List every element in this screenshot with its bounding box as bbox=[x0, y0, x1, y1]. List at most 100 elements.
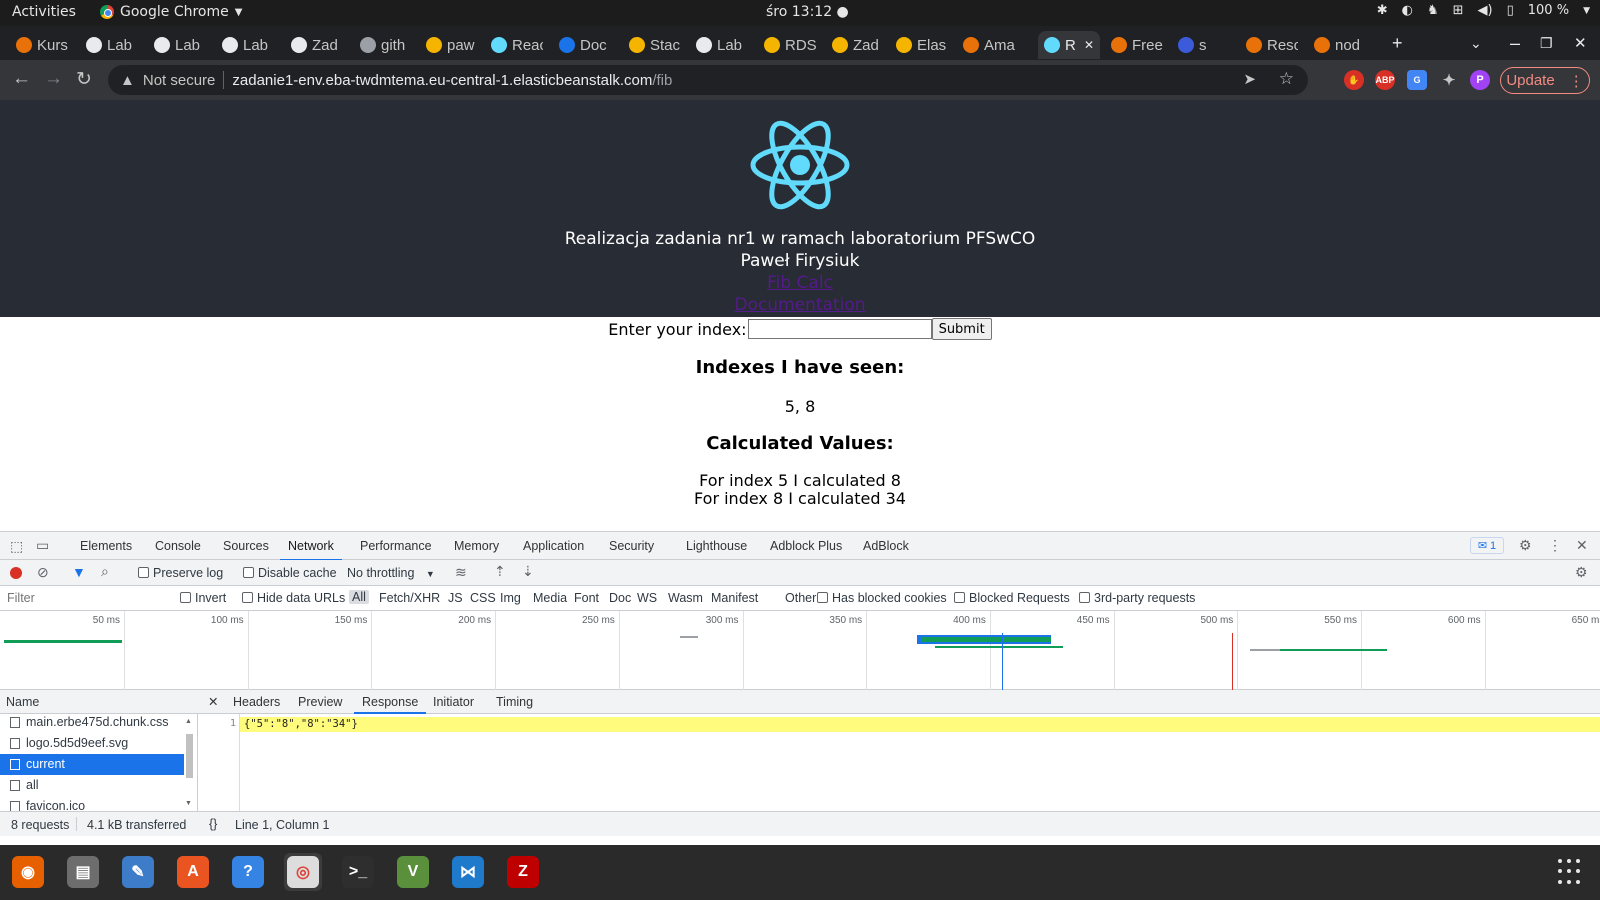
devtools-tab-lighthouse[interactable]: Lighthouse bbox=[686, 539, 747, 553]
clock[interactable]: śro 13:12 ● bbox=[766, 4, 849, 20]
scroll-up-icon[interactable]: ▲ bbox=[185, 718, 192, 725]
browser-tab[interactable]: Doc bbox=[553, 31, 611, 59]
bookmark-star-icon[interactable]: ☆ bbox=[1279, 69, 1294, 89]
invert-checkbox[interactable]: Invert bbox=[180, 591, 226, 605]
request-row[interactable]: all bbox=[0, 775, 184, 796]
help-icon[interactable]: ? bbox=[229, 853, 267, 891]
filter-type-ws[interactable]: WS bbox=[637, 591, 657, 605]
filter-type-other[interactable]: Other bbox=[785, 591, 816, 605]
request-row[interactable]: main.erbe475d.chunk.css bbox=[0, 712, 184, 733]
browser-tab[interactable]: s bbox=[1172, 31, 1230, 59]
close-detail-icon[interactable]: ✕ bbox=[208, 694, 218, 709]
browser-tab[interactable]: Zad bbox=[285, 31, 343, 59]
extensions-puzzle-icon[interactable]: ✦ bbox=[1439, 70, 1459, 90]
blocked-requests-checkbox[interactable]: Blocked Requests bbox=[954, 591, 1070, 605]
devtools-tab-security[interactable]: Security bbox=[609, 539, 654, 553]
network-settings-gear-icon[interactable]: ⚙ bbox=[1575, 564, 1588, 581]
devtools-tab-adblock[interactable]: AdBlock bbox=[863, 539, 909, 553]
index-input[interactable] bbox=[747, 319, 932, 339]
filter-input[interactable] bbox=[4, 589, 166, 607]
scroll-down-icon[interactable]: ▼ bbox=[185, 800, 192, 807]
show-applications-icon[interactable] bbox=[1558, 859, 1584, 885]
close-devtools-icon[interactable]: ✕ bbox=[1576, 537, 1588, 554]
tab-search-icon[interactable]: ⌄ bbox=[1470, 35, 1482, 52]
new-tab-icon[interactable]: + bbox=[1392, 33, 1403, 54]
request-row[interactable]: current bbox=[0, 754, 184, 775]
system-tray[interactable]: ✱ ◐ ♞ ⊞ ◀) ▯ 100 % ▼ bbox=[1377, 3, 1590, 18]
record-icon[interactable] bbox=[10, 567, 22, 579]
browser-tab[interactable]: RDS bbox=[758, 31, 816, 59]
browser-tab[interactable]: gith bbox=[354, 31, 409, 59]
text-editor-icon[interactable]: ✎ bbox=[119, 853, 157, 891]
browser-tab[interactable]: Kurs bbox=[10, 31, 70, 59]
clear-icon[interactable]: ⊘ bbox=[37, 564, 49, 581]
browser-tab[interactable]: Stac bbox=[623, 31, 681, 59]
browser-tab[interactable]: Reso bbox=[1240, 31, 1298, 59]
disable-cache-checkbox[interactable]: Disable cache bbox=[243, 566, 337, 580]
preserve-log-checkbox[interactable]: Preserve log bbox=[138, 566, 223, 580]
network-conditions-icon[interactable]: ≋ bbox=[455, 564, 467, 581]
warning-icon[interactable]: ▲ bbox=[120, 72, 135, 89]
filter-type-all[interactable]: All bbox=[349, 590, 369, 604]
detail-tab-headers[interactable]: Headers bbox=[233, 695, 280, 709]
close-tab-icon[interactable]: ✕ bbox=[1084, 38, 1094, 52]
browser-tab[interactable]: paw bbox=[420, 31, 478, 59]
filezilla-icon[interactable]: Z bbox=[504, 853, 542, 891]
detail-tab-preview[interactable]: Preview bbox=[298, 695, 342, 709]
devtools-tab-application[interactable]: Application bbox=[523, 539, 584, 553]
detail-tab-timing[interactable]: Timing bbox=[496, 695, 533, 709]
devtools-tab-adblock-plus[interactable]: Adblock Plus bbox=[770, 539, 842, 553]
firefox-icon[interactable]: ◉ bbox=[9, 853, 47, 891]
documentation-link-text[interactable]: Documentation bbox=[734, 295, 865, 315]
filter-type-wasm[interactable]: Wasm bbox=[668, 591, 703, 605]
import-har-icon[interactable]: ⇡ bbox=[494, 563, 506, 580]
browser-tab[interactable]: Lab bbox=[216, 31, 274, 59]
settings-gear-icon[interactable]: ⚙ bbox=[1519, 537, 1532, 554]
close-window-icon[interactable]: ✕ bbox=[1574, 34, 1587, 52]
scrollbar-thumb[interactable] bbox=[186, 734, 193, 778]
browser-tab[interactable]: R ✕ bbox=[1038, 31, 1100, 59]
browser-tab[interactable]: Zad bbox=[826, 31, 884, 59]
update-button[interactable]: Update ⋮ bbox=[1500, 67, 1590, 94]
send-to-device-icon[interactable]: ➤ bbox=[1243, 70, 1256, 88]
search-icon[interactable]: ⌕ bbox=[101, 563, 109, 580]
filter-type-fetch-xhr[interactable]: Fetch/XHR bbox=[379, 591, 440, 605]
filter-funnel-icon[interactable]: ▼ bbox=[72, 564, 86, 580]
browser-tab[interactable]: Lab bbox=[80, 31, 138, 59]
throttling-select[interactable]: No throttling ▼ bbox=[347, 566, 435, 580]
issues-badge[interactable]: ✉ 1 bbox=[1470, 537, 1504, 554]
app-menu[interactable]: Google Chrome ▼ bbox=[100, 4, 242, 20]
address-bar[interactable]: ▲ Not secure zadanie1-env.eba-twdmtema.e… bbox=[108, 65, 1308, 95]
blocked-cookies-checkbox[interactable]: Has blocked cookies bbox=[817, 591, 947, 605]
hide-data-urls-checkbox[interactable]: Hide data URLs bbox=[242, 591, 345, 605]
reload-icon[interactable]: ↻ bbox=[76, 68, 92, 91]
filter-type-media[interactable]: Media bbox=[533, 591, 567, 605]
adblock-icon[interactable]: ✋ bbox=[1344, 70, 1364, 90]
inspect-element-icon[interactable]: ⬚ bbox=[10, 538, 23, 555]
documentation-link[interactable]: Documentation bbox=[0, 295, 1600, 315]
name-column-header[interactable]: Name bbox=[0, 690, 198, 714]
vim-icon[interactable]: V bbox=[394, 853, 432, 891]
devtools-tab-performance[interactable]: Performance bbox=[360, 539, 432, 553]
devtools-tab-network[interactable]: Network bbox=[280, 539, 342, 561]
export-har-icon[interactable]: ⇣ bbox=[522, 563, 534, 580]
vscode-icon[interactable]: ⋈ bbox=[449, 853, 487, 891]
browser-tab[interactable]: Free bbox=[1105, 31, 1163, 59]
forward-icon[interactable]: → bbox=[44, 68, 63, 90]
request-row[interactable]: logo.5d5d9eef.svg bbox=[0, 733, 184, 754]
requests-scrollbar[interactable]: ▲ ▼ bbox=[184, 718, 194, 810]
files-icon[interactable]: ▤ bbox=[64, 853, 102, 891]
devtools-tab-memory[interactable]: Memory bbox=[454, 539, 499, 553]
detail-tab-response[interactable]: Response bbox=[353, 695, 427, 714]
kebab-menu-icon[interactable]: ⋮ bbox=[1548, 537, 1562, 554]
browser-tab[interactable]: Elas bbox=[890, 31, 948, 59]
browser-tab[interactable]: Reac bbox=[485, 31, 543, 59]
filter-type-js[interactable]: JS bbox=[448, 591, 463, 605]
browser-tab[interactable]: Ama bbox=[957, 31, 1017, 59]
third-party-checkbox[interactable]: 3rd-party requests bbox=[1079, 591, 1195, 605]
filter-type-doc[interactable]: Doc bbox=[609, 591, 631, 605]
browser-tab[interactable]: Lab bbox=[690, 31, 748, 59]
filter-type-manifest[interactable]: Manifest bbox=[711, 591, 758, 605]
browser-tab[interactable]: Lab bbox=[148, 31, 206, 59]
security-label[interactable]: Not secure bbox=[143, 72, 216, 89]
